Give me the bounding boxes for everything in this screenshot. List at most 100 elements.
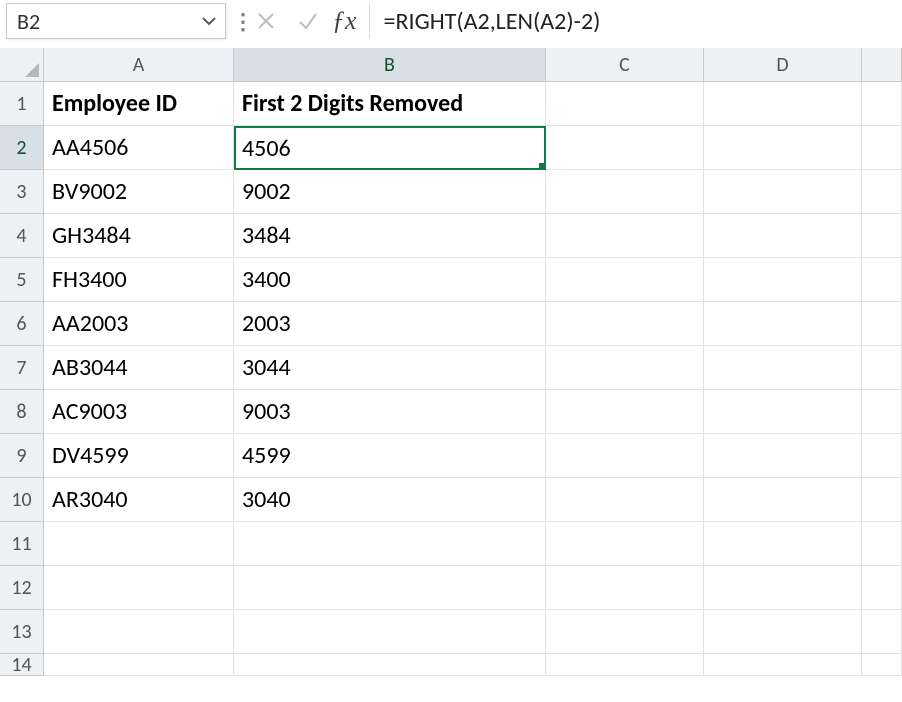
cell-A11[interactable] — [44, 522, 234, 566]
cell-D11[interactable] — [704, 522, 862, 566]
cell-D14[interactable] — [704, 654, 862, 676]
table-row: 10 AR3040 3040 — [0, 478, 902, 522]
cell-D3[interactable] — [704, 170, 862, 214]
cell-D5[interactable] — [704, 258, 862, 302]
select-all-corner[interactable] — [0, 48, 44, 82]
cell-D12[interactable] — [704, 566, 862, 610]
cell-E13[interactable] — [862, 610, 902, 654]
cell-B9[interactable]: 4599 — [234, 434, 546, 478]
cell-E6[interactable] — [862, 302, 902, 346]
cell-E4[interactable] — [862, 214, 902, 258]
col-head-extra[interactable] — [862, 48, 902, 82]
cell-B11[interactable] — [234, 522, 546, 566]
cell-B5[interactable]: 3400 — [234, 258, 546, 302]
row-head-12[interactable]: 12 — [0, 566, 44, 610]
row-head-14[interactable]: 14 — [0, 654, 44, 676]
cell-B3[interactable]: 9002 — [234, 170, 546, 214]
cell-C6[interactable] — [546, 302, 704, 346]
cell-D10[interactable] — [704, 478, 862, 522]
cell-D2[interactable] — [704, 126, 862, 170]
cell-C10[interactable] — [546, 478, 704, 522]
cell-C11[interactable] — [546, 522, 704, 566]
cell-E5[interactable] — [862, 258, 902, 302]
cell-B7[interactable]: 3044 — [234, 346, 546, 390]
cell-B10[interactable]: 3040 — [234, 478, 546, 522]
cancel-icon[interactable] — [248, 3, 284, 39]
cell-E8[interactable] — [862, 390, 902, 434]
table-row: 8 AC9003 9003 — [0, 390, 902, 434]
cell-D9[interactable] — [704, 434, 862, 478]
cell-C7[interactable] — [546, 346, 704, 390]
cell-E11[interactable] — [862, 522, 902, 566]
cell-B6[interactable]: 2003 — [234, 302, 546, 346]
cell-C5[interactable] — [546, 258, 704, 302]
cell-A1[interactable]: Employee ID — [44, 82, 234, 126]
cell-B12[interactable] — [234, 566, 546, 610]
cell-B13[interactable] — [234, 610, 546, 654]
cell-E1[interactable] — [862, 82, 902, 126]
row-head-6[interactable]: 6 — [0, 302, 44, 346]
cell-A2[interactable]: AA4506 — [44, 126, 234, 170]
formula-input[interactable]: =RIGHT(A2,LEN(A2)-2) — [369, 3, 896, 39]
enter-icon[interactable] — [290, 3, 326, 39]
cell-A12[interactable] — [44, 566, 234, 610]
cell-E7[interactable] — [862, 346, 902, 390]
cell-C12[interactable] — [546, 566, 704, 610]
cell-D7[interactable] — [704, 346, 862, 390]
col-head-C[interactable]: C — [546, 48, 704, 82]
cell-D6[interactable] — [704, 302, 862, 346]
cell-A5[interactable]: FH3400 — [44, 258, 234, 302]
cell-D4[interactable] — [704, 214, 862, 258]
name-box[interactable]: B2 — [6, 3, 226, 39]
cell-A13[interactable] — [44, 610, 234, 654]
cell-B1[interactable]: First 2 Digits Removed — [234, 82, 546, 126]
cell-C4[interactable] — [546, 214, 704, 258]
cell-E2[interactable] — [862, 126, 902, 170]
cell-C1[interactable] — [546, 82, 704, 126]
cell-E9[interactable] — [862, 434, 902, 478]
row-head-8[interactable]: 8 — [0, 390, 44, 434]
cell-C9[interactable] — [546, 434, 704, 478]
row-head-3[interactable]: 3 — [0, 170, 44, 214]
cell-B8[interactable]: 9003 — [234, 390, 546, 434]
row-head-5[interactable]: 5 — [0, 258, 44, 302]
cell-E3[interactable] — [862, 170, 902, 214]
row-head-4[interactable]: 4 — [0, 214, 44, 258]
cell-E12[interactable] — [862, 566, 902, 610]
cell-C13[interactable] — [546, 610, 704, 654]
col-head-A[interactable]: A — [44, 48, 234, 82]
cell-C8[interactable] — [546, 390, 704, 434]
fx-icon[interactable]: ƒx — [332, 6, 363, 36]
row-head-11[interactable]: 11 — [0, 522, 44, 566]
chevron-down-icon[interactable] — [201, 13, 217, 29]
cell-E14[interactable] — [862, 654, 902, 676]
cell-A14[interactable] — [44, 654, 234, 676]
cell-A7[interactable]: AB3044 — [44, 346, 234, 390]
cell-A6[interactable]: AA2003 — [44, 302, 234, 346]
cell-A9[interactable]: DV4599 — [44, 434, 234, 478]
row-head-2[interactable]: 2 — [0, 126, 44, 170]
row-head-10[interactable]: 10 — [0, 478, 44, 522]
cell-E10[interactable] — [862, 478, 902, 522]
cell-C14[interactable] — [546, 654, 704, 676]
col-head-D[interactable]: D — [704, 48, 862, 82]
table-row: 12 — [0, 566, 902, 610]
cell-B2[interactable]: 4506 — [234, 126, 546, 170]
cell-A3[interactable]: BV9002 — [44, 170, 234, 214]
cell-C3[interactable] — [546, 170, 704, 214]
col-head-B[interactable]: B — [234, 48, 546, 82]
row-head-9[interactable]: 9 — [0, 434, 44, 478]
cell-C2[interactable] — [546, 126, 704, 170]
row-head-1[interactable]: 1 — [0, 82, 44, 126]
row-head-7[interactable]: 7 — [0, 346, 44, 390]
cell-A10[interactable]: AR3040 — [44, 478, 234, 522]
cell-B4[interactable]: 3484 — [234, 214, 546, 258]
cell-D8[interactable] — [704, 390, 862, 434]
cell-D13[interactable] — [704, 610, 862, 654]
cell-A8[interactable]: AC9003 — [44, 390, 234, 434]
cell-A4[interactable]: GH3484 — [44, 214, 234, 258]
row-head-13[interactable]: 13 — [0, 610, 44, 654]
formula-text: =RIGHT(A2,LEN(A2)-2) — [384, 7, 601, 36]
cell-D1[interactable] — [704, 82, 862, 126]
cell-B14[interactable] — [234, 654, 546, 676]
